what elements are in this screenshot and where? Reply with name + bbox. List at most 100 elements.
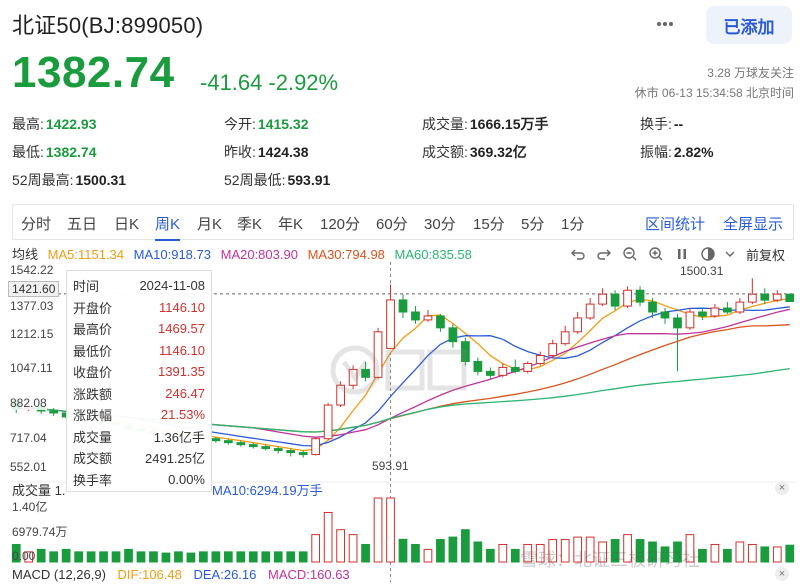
candle-body — [286, 450, 296, 454]
tab-weekly-k[interactable]: 周K — [155, 213, 181, 241]
redo-icon[interactable] — [596, 246, 612, 262]
volume-bar — [348, 534, 358, 563]
candle-body — [311, 438, 321, 456]
tab-fenshi[interactable]: 分时 — [21, 213, 51, 234]
y-label: 1377.03 — [10, 299, 54, 313]
candle-tooltip: 时间 2024-11-08 开盘价 1146.10 最高价 1469.57 最低价 11… — [66, 270, 212, 492]
volume-bar — [361, 543, 370, 563]
tab-quarter-k[interactable]: 季K — [237, 213, 262, 234]
candle-body — [548, 343, 558, 357]
ma-legend: 均线 MA5:1151.34 MA10:918.73 MA20:803.90 M… — [12, 244, 478, 263]
change-amount: -41.64 — [200, 70, 263, 95]
zoom-out-icon[interactable] — [622, 246, 638, 262]
tab-5min[interactable]: 5分 — [521, 213, 544, 234]
macd-dif: DIF:106.48 — [117, 567, 182, 582]
tab-year-k[interactable]: 年K — [278, 213, 303, 234]
price-change: -41.64 -2.92% — [200, 70, 344, 96]
candle-body — [698, 311, 707, 317]
undo-icon[interactable] — [570, 246, 586, 262]
candle-body — [635, 289, 645, 303]
tooltip-row: 最低价 1146.10 — [73, 342, 205, 359]
y-label: 882.08 — [10, 396, 47, 410]
candle-body — [273, 448, 283, 452]
stat-amplitude: 振幅: 2.82% — [640, 144, 714, 160]
vol-y-label: 1.40亿 — [12, 500, 48, 514]
fullscreen-button[interactable]: 全屏显示 — [723, 213, 783, 234]
volume-bar — [36, 548, 46, 563]
volume-bar — [485, 548, 495, 563]
tab-daily-k[interactable]: 日K — [114, 213, 139, 234]
current-price-marker: 1421.60 — [8, 281, 60, 297]
tab-15min[interactable]: 15分 — [473, 213, 505, 234]
candle-body — [485, 370, 495, 376]
volume-bar — [498, 543, 508, 563]
volume-bar — [423, 548, 433, 563]
share-icon[interactable] — [655, 14, 675, 34]
candle-body — [461, 341, 470, 362]
volume-bar — [74, 551, 83, 563]
volume-bar — [211, 551, 221, 563]
added-button[interactable]: 已添加 — [706, 6, 792, 44]
candle-body — [361, 368, 370, 378]
zoom-in-icon[interactable] — [648, 246, 664, 262]
candle-body — [398, 299, 408, 313]
candle-body — [323, 404, 333, 440]
low-marker-label: 593.91 — [372, 459, 409, 473]
volume-bar — [161, 552, 171, 563]
volume-bar — [461, 529, 470, 563]
candle-body — [585, 303, 595, 319]
volume-bar — [323, 511, 333, 563]
stat-high: 最高: 1422.93 — [12, 116, 97, 132]
volume-bar — [111, 551, 121, 563]
y-label: 717.04 — [10, 431, 47, 445]
volume-bar — [760, 546, 770, 563]
range-stats-button[interactable]: 区间统计 — [645, 213, 705, 234]
volume-bar — [311, 534, 321, 563]
volume-bar — [99, 551, 108, 563]
stat-prev-close: 昨收: 1424.38 — [224, 144, 309, 160]
volume-bar — [373, 497, 383, 563]
tab-monthly-k[interactable]: 月K — [197, 213, 222, 234]
volume-bar — [136, 551, 146, 563]
y-label: 1542.22 — [10, 263, 54, 277]
stat-low: 最低: 1382.74 — [12, 144, 97, 160]
tab-60min[interactable]: 60分 — [376, 213, 408, 234]
volume-bar — [436, 539, 445, 563]
candle-body — [673, 317, 682, 329]
candle-body — [747, 293, 757, 303]
ma5-value: MA5:1151.34 — [47, 247, 125, 262]
tab-120min[interactable]: 120分 — [320, 213, 360, 234]
candle-body — [573, 317, 583, 333]
volume-bar — [510, 548, 520, 563]
candle-body — [411, 311, 420, 321]
volume-bar — [186, 552, 196, 563]
candle-body — [211, 438, 221, 442]
volume-bar — [236, 551, 246, 563]
volume-bar — [723, 548, 732, 563]
tab-1min[interactable]: 1分 — [561, 213, 584, 234]
tab-30min[interactable]: 30分 — [424, 213, 456, 234]
tooltip-row: 开盘价 1146.10 — [73, 299, 205, 316]
volume-bar — [61, 548, 71, 563]
candle-body — [236, 442, 246, 446]
candle-body — [610, 293, 620, 307]
candle-body — [723, 307, 732, 313]
followers-count: 3.28 万球友关注 — [707, 66, 794, 80]
stat-open: 今开: 1415.32 — [224, 116, 309, 132]
source-watermark: 雪球：北证三板研习社 — [520, 550, 700, 570]
tooltip-row: 成交额 2491.25亿 — [73, 451, 205, 467]
candle-body — [436, 315, 445, 329]
vol-y-label: 0.00 — [12, 549, 36, 563]
tab-5day[interactable]: 五日 — [67, 213, 97, 234]
candle-body — [710, 307, 720, 317]
vol-y-label: 6979.74万 — [12, 525, 68, 539]
close-macd-icon[interactable]: × — [775, 567, 789, 581]
candle-body — [448, 327, 458, 343]
candle-body — [785, 293, 795, 303]
volume-bar — [174, 551, 183, 563]
adjust-icon[interactable] — [700, 246, 716, 262]
pause-icon[interactable] — [674, 246, 690, 262]
dropdown-chevron-icon[interactable] — [722, 246, 738, 262]
close-volume-icon[interactable]: × — [775, 481, 789, 495]
volume-bar — [398, 538, 408, 563]
